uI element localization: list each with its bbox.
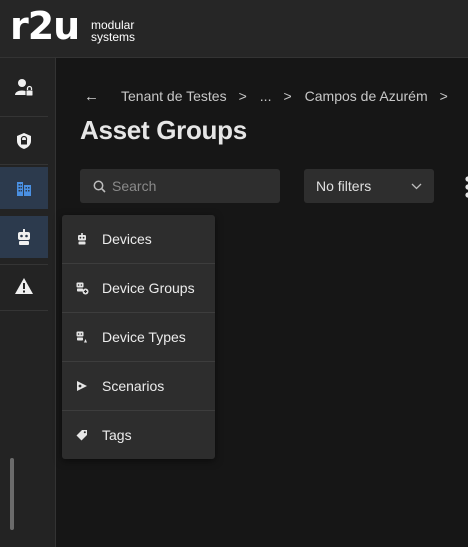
search-icon (93, 180, 106, 193)
menu-item-scenarios[interactable]: Scenarios (62, 362, 215, 411)
warning-icon (15, 278, 33, 294)
breadcrumb-separator: > (283, 88, 292, 104)
sidebar-item-users[interactable] (0, 67, 48, 109)
robot-type-icon (75, 330, 89, 344)
sidebar-item-buildings[interactable] (0, 167, 48, 209)
menu-item-label: Scenarios (102, 378, 165, 394)
menu-item-label: Tags (102, 427, 132, 443)
sidebar (0, 58, 56, 547)
filter-value: No filters (316, 178, 372, 194)
sidebar-item-alerts[interactable] (0, 265, 48, 307)
menu-item-device-groups[interactable]: Device Groups (62, 264, 215, 313)
sidebar-divider (0, 116, 48, 117)
search-placeholder: Search (112, 178, 157, 194)
menu-item-label: Device Types (102, 329, 186, 345)
menu-item-devices[interactable]: Devices (62, 215, 215, 264)
more-options-icon[interactable] (464, 176, 468, 198)
robot-group-icon (75, 281, 89, 295)
breadcrumb-item-tenant[interactable]: Tenant de Testes (121, 88, 227, 104)
sidebar-item-security[interactable] (0, 120, 48, 162)
brand-tagline-line2: systems (91, 30, 136, 44)
breadcrumb-item-campus[interactable]: Campos de Azurém (305, 88, 428, 104)
robot-icon (18, 229, 30, 245)
breadcrumb-separator: > (238, 88, 247, 104)
menu-item-tags[interactable]: Tags (62, 411, 215, 459)
robot-icon (75, 232, 89, 246)
devices-flyout-menu: Devices Device Groups Device Types Scena… (62, 215, 215, 459)
shield-icon (17, 133, 31, 149)
breadcrumb-separator: > (439, 88, 448, 104)
menu-item-label: Devices (102, 231, 152, 247)
sidebar-divider (0, 310, 48, 311)
scenario-icon (75, 379, 89, 393)
filter-select[interactable]: No filters (304, 169, 434, 203)
breadcrumb: ← Tenant de Testes > ... > Campos de Azu… (84, 88, 461, 105)
top-bar: r2u modular systems (0, 0, 468, 58)
arrow-left-icon[interactable]: ← (84, 88, 99, 105)
chevron-down-icon (411, 183, 422, 189)
sidebar-divider (0, 164, 48, 165)
brand-logo[interactable]: r2u (10, 6, 80, 46)
breadcrumb-item-ellipsis[interactable]: ... (260, 88, 272, 104)
menu-item-label: Device Groups (102, 280, 195, 296)
tag-icon (75, 428, 89, 442)
menu-item-device-types[interactable]: Device Types (62, 313, 215, 362)
search-input[interactable]: Search (80, 169, 280, 203)
sidebar-item-devices[interactable] (0, 216, 48, 258)
scrollbar[interactable] (10, 458, 14, 530)
user-lock-icon (15, 79, 34, 97)
buildings-icon (17, 182, 31, 196)
brand-tagline: modular systems (91, 19, 135, 43)
page-title: Asset Groups (80, 115, 247, 145)
